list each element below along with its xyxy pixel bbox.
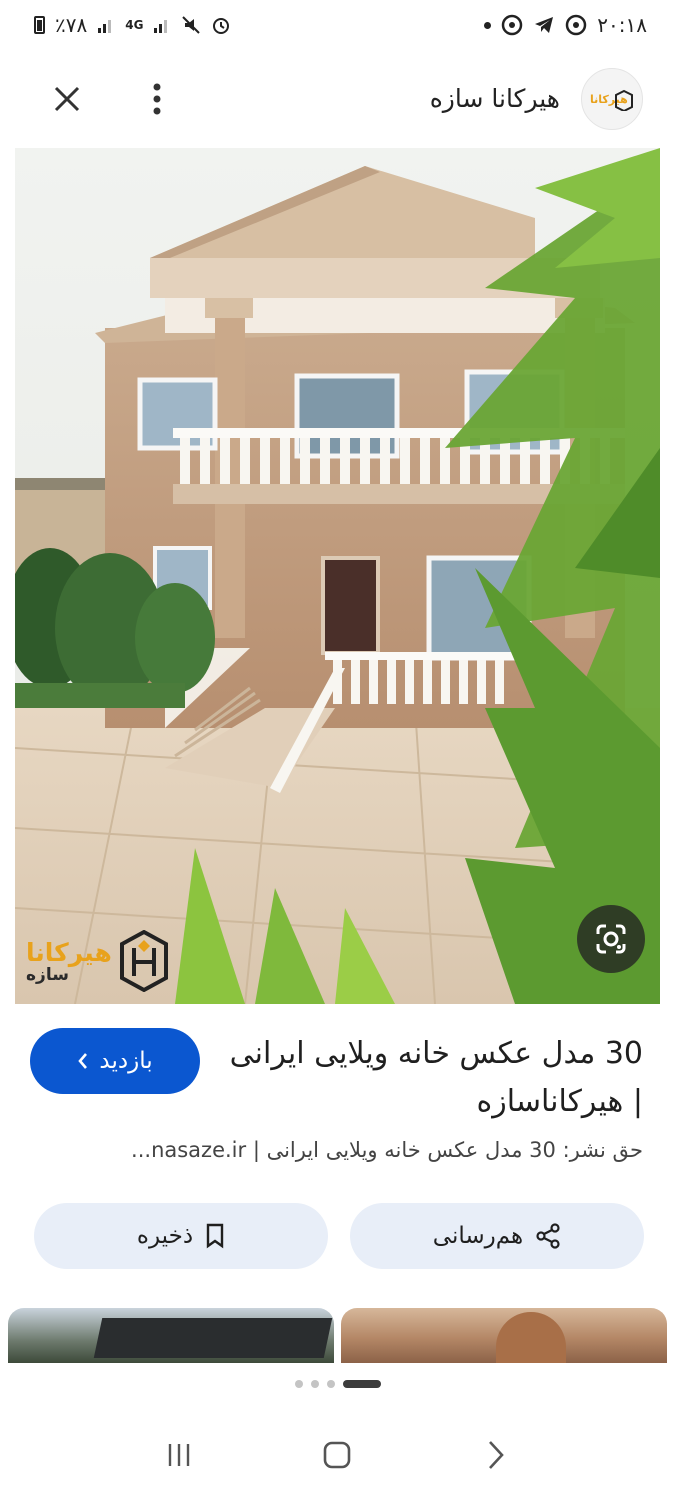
- related-image-thumbnail[interactable]: [8, 1308, 334, 1363]
- notification-dot-icon: [484, 21, 492, 29]
- more-options-button[interactable]: [134, 74, 180, 124]
- viewer-header: هیرکانا سازه هیرکانا: [0, 62, 675, 136]
- image-watermark: هیرکانا سازه: [26, 930, 168, 992]
- battery-icon: [34, 16, 45, 34]
- site-logo[interactable]: هیرکانا: [581, 68, 643, 130]
- save-button[interactable]: ذخیره: [34, 1203, 328, 1269]
- clock: ۲۰:۱۸: [597, 13, 647, 37]
- recent-apps-button[interactable]: [149, 1425, 209, 1485]
- watermark-logo-icon: [119, 930, 168, 992]
- status-right: ۲۰:۱۸: [484, 13, 647, 37]
- recent-apps-icon: [168, 1444, 190, 1466]
- copyright-text: حق نشر: 30 مدل عکس خانه ویلایی ایرانی | …: [131, 1138, 643, 1162]
- pager-dot: [310, 1380, 319, 1388]
- share-label: هم‌رسانی: [432, 1223, 524, 1249]
- lens-icon: [596, 924, 626, 954]
- watermark-sub: سازه: [26, 964, 69, 985]
- watermark-text: هیرکانا سازه: [26, 938, 112, 985]
- share-icon: [536, 1223, 560, 1249]
- app-notification-icon: [501, 14, 523, 36]
- pager-dot: [326, 1380, 335, 1388]
- close-icon: [54, 86, 80, 112]
- visit-label: بازدید: [99, 1048, 153, 1074]
- pager-dot-active: [342, 1380, 381, 1388]
- villa-photo: [15, 148, 660, 1004]
- site-name[interactable]: هیرکانا سازه: [430, 84, 560, 113]
- system-nav-bar: [0, 1410, 675, 1500]
- status-left: ٪۷۸ 4G: [34, 13, 231, 37]
- hirkana-logo-icon: هیرکانا: [590, 89, 633, 111]
- result-title[interactable]: 30 مدل عکس خانه ویلایی ایرانی | هیرکاناس…: [223, 1030, 643, 1126]
- network-type: 4G: [125, 18, 144, 32]
- visit-button[interactable]: بازدید: [30, 1028, 200, 1094]
- telegram-icon: [533, 14, 555, 36]
- pager-dot: [294, 1380, 303, 1388]
- alarm-icon: [211, 15, 231, 35]
- watermark-brand: هیرکانا: [26, 937, 112, 967]
- more-vert-icon: [153, 83, 161, 115]
- google-lens-button[interactable]: [577, 905, 645, 973]
- signal-icon-2: [153, 16, 171, 34]
- bookmark-icon: [206, 1223, 224, 1249]
- pager-indicator: [0, 1380, 675, 1388]
- back-button[interactable]: [466, 1425, 526, 1485]
- svg-text:هیرکانا: هیرکانا: [590, 93, 628, 106]
- chevron-icon: [78, 1053, 88, 1069]
- close-button[interactable]: [42, 74, 92, 124]
- app-notification-icon-2: [565, 14, 587, 36]
- result-image[interactable]: [15, 148, 660, 1004]
- home-icon: [324, 1441, 351, 1469]
- back-icon: [488, 1441, 504, 1469]
- home-button[interactable]: [307, 1425, 367, 1485]
- share-button[interactable]: هم‌رسانی: [350, 1203, 644, 1269]
- signal-icon: [97, 16, 115, 34]
- mute-icon: [181, 15, 201, 35]
- save-label: ذخیره: [136, 1223, 194, 1249]
- related-image-thumbnail[interactable]: [341, 1308, 667, 1363]
- battery-level: ٪۷۸: [55, 13, 88, 37]
- status-bar: ٪۷۸ 4G ۲۰:۱۸: [0, 0, 675, 50]
